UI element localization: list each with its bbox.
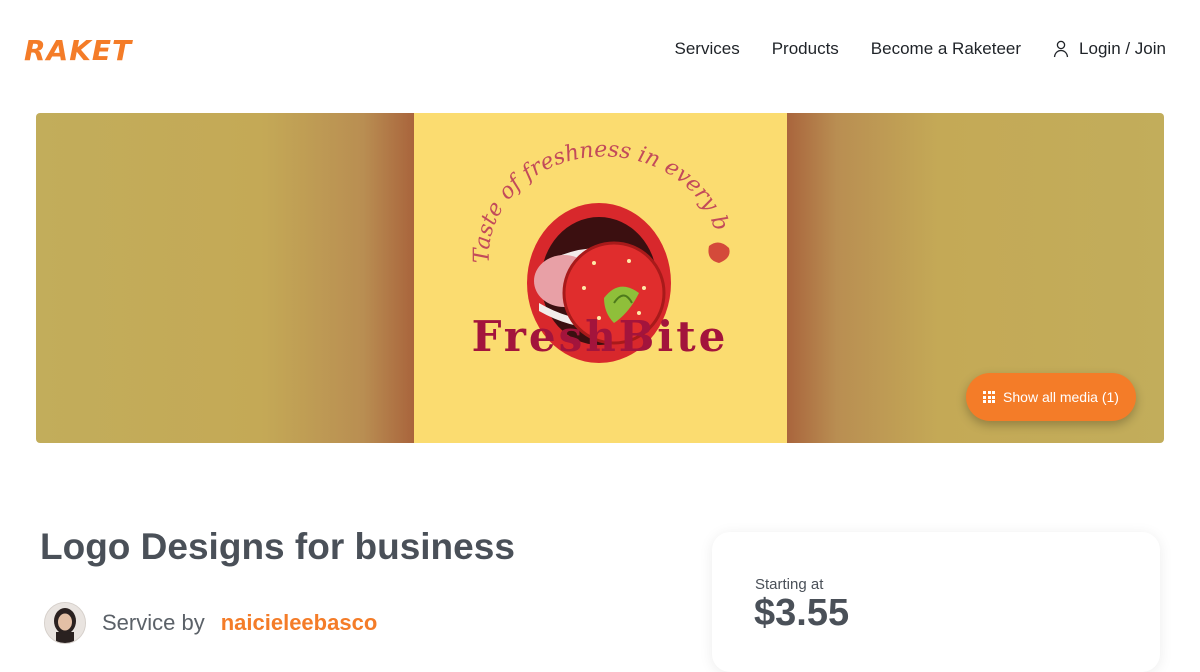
freshbite-logo-artwork[interactable]: Taste of freshness in every bite FreshBi… xyxy=(414,113,787,443)
user-icon xyxy=(1053,40,1069,58)
login-join-label: Login / Join xyxy=(1079,39,1166,58)
service-title: Logo Designs for business xyxy=(40,526,515,567)
avatar[interactable] xyxy=(44,602,86,644)
pricing-card: Starting at $3.55 xyxy=(712,532,1160,672)
nav-services[interactable]: Services xyxy=(675,39,740,59)
site-header: RAKET Services Products Become a Raketee… xyxy=(0,0,1200,100)
starting-at-label: Starting at xyxy=(755,576,824,593)
show-all-media-button[interactable]: Show all media (1) xyxy=(966,373,1136,421)
nav-products[interactable]: Products xyxy=(772,39,839,59)
login-join-link[interactable]: Login / Join xyxy=(1053,39,1166,59)
grid-icon xyxy=(983,391,996,403)
freshbite-artwork-image: Taste of freshness in every bite FreshBi… xyxy=(414,113,733,363)
raket-logo[interactable]: RAKET xyxy=(24,34,132,67)
avatar-image xyxy=(45,603,85,643)
media-hero[interactable]: Taste of freshness in every bite FreshBi… xyxy=(36,113,1164,443)
show-all-media-label: Show all media (1) xyxy=(1003,389,1119,405)
nav-become-raketeer[interactable]: Become a Raketeer xyxy=(871,39,1021,59)
seller-username-link[interactable]: naicieleebasco xyxy=(221,610,378,636)
starting-price: $3.55 xyxy=(754,592,850,634)
main-nav: Services Products Become a Raketeer Logi… xyxy=(675,39,1166,59)
artwork-brand-text: FreshBite xyxy=(472,312,729,361)
service-author: Service by naicieleebasco xyxy=(44,602,377,644)
service-by-label: Service by xyxy=(102,610,205,635)
